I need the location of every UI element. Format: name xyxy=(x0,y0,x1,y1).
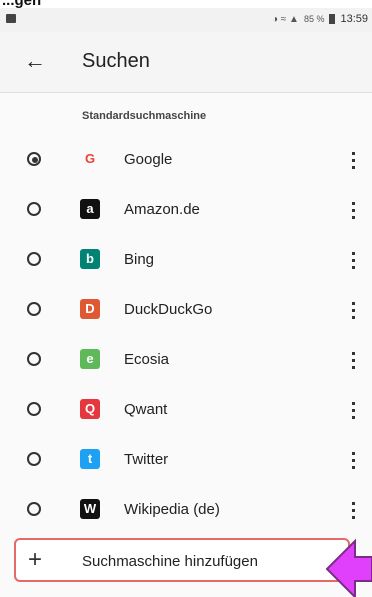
twitter-icon: t xyxy=(80,449,100,469)
engine-label: Wikipedia (de) xyxy=(124,501,220,518)
engine-label: Amazon.de xyxy=(124,201,200,218)
engine-row[interactable]: D DuckDuckGo xyxy=(0,286,372,336)
pointer-arrow-icon xyxy=(325,538,372,597)
bing-icon: b xyxy=(80,249,100,269)
engine-label: DuckDuckGo xyxy=(124,301,213,318)
engine-row[interactable]: e Ecosia xyxy=(0,336,372,386)
more-options-icon[interactable] xyxy=(352,502,356,520)
radio-button[interactable] xyxy=(27,502,41,516)
engine-row[interactable]: a Amazon.de xyxy=(0,186,372,236)
radio-button[interactable] xyxy=(27,152,41,166)
qwant-icon: Q xyxy=(80,399,100,419)
engine-label: Bing xyxy=(124,251,155,268)
engine-row[interactable]: G Google xyxy=(0,136,372,186)
radio-button[interactable] xyxy=(27,452,41,466)
radio-button[interactable] xyxy=(27,202,41,216)
more-options-icon[interactable] xyxy=(352,452,356,470)
ecosia-icon: e xyxy=(80,349,100,369)
more-options-icon[interactable] xyxy=(352,402,356,420)
radio-button[interactable] xyxy=(27,352,41,366)
amazon-icon: a xyxy=(80,199,100,219)
wikipedia-icon: W xyxy=(80,499,100,519)
add-search-engine-button[interactable]: + Suchmaschine hinzufügen xyxy=(14,538,350,582)
engine-label: Google xyxy=(124,151,173,168)
status-time: 13:59 xyxy=(340,13,368,25)
more-options-icon[interactable] xyxy=(352,252,356,270)
engine-label: Ecosia xyxy=(124,351,170,368)
more-options-icon[interactable] xyxy=(352,152,356,170)
notification-icon xyxy=(6,14,16,23)
add-search-engine-label: Suchmaschine hinzufügen xyxy=(82,553,258,570)
radio-button[interactable] xyxy=(27,252,41,266)
engine-row[interactable]: Q Qwant xyxy=(0,386,372,436)
signal-icon: ◑ ≈ ▲ xyxy=(271,13,299,25)
top-cutoff-text: ...gen xyxy=(0,0,372,9)
page-title: Suchen xyxy=(82,50,150,72)
more-options-icon[interactable] xyxy=(352,302,356,320)
plus-icon: + xyxy=(28,546,43,573)
google-icon: G xyxy=(84,151,96,166)
engine-label: Twitter xyxy=(124,451,169,468)
engine-row[interactable]: b Bing xyxy=(0,236,372,286)
radio-button[interactable] xyxy=(27,302,41,316)
back-arrow-icon[interactable]: ← xyxy=(24,48,46,74)
battery-percent: 85 % xyxy=(303,14,325,24)
app-bar: ← Suchen xyxy=(0,32,372,93)
section-header: Standardsuchmaschine xyxy=(82,110,207,122)
battery-icon xyxy=(329,14,336,24)
duckduckgo-icon: D xyxy=(80,299,100,319)
engine-label: Qwant xyxy=(124,401,168,418)
status-bar: ◑ ≈ ▲ 85 % 13:59 xyxy=(0,8,372,32)
engine-row[interactable]: t Twitter xyxy=(0,436,372,486)
more-options-icon[interactable] xyxy=(352,352,356,370)
radio-button[interactable] xyxy=(27,402,41,416)
more-options-icon[interactable] xyxy=(352,202,356,220)
engine-row[interactable]: W Wikipedia (de) xyxy=(0,486,372,536)
